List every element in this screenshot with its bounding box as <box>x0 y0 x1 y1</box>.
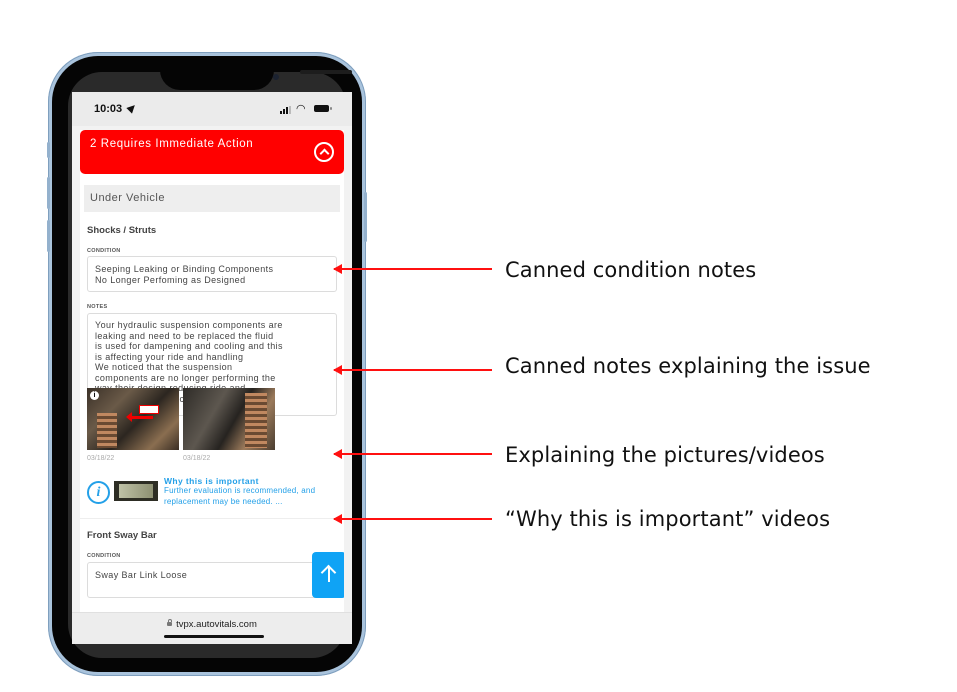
annotation-arrow <box>333 365 492 375</box>
inspection-photo[interactable]: i <box>87 388 179 450</box>
annotation-label: Canned notes explaining the issue <box>505 354 871 378</box>
status-bar: 10:03 ◠ <box>72 92 352 126</box>
photo-markup-arrow <box>126 412 153 422</box>
power-button <box>364 192 367 242</box>
inspection-content[interactable]: 2 Requires Immediate Action Under Vehicl… <box>80 130 344 614</box>
why-important-row[interactable]: i Why this is important Further evaluati… <box>80 475 344 511</box>
condition-label: CONDITION <box>87 553 121 559</box>
annotation-label: “Why this is important” videos <box>505 507 831 531</box>
volume-up-button <box>47 177 50 209</box>
annotation-label: Explaining the pictures/videos <box>505 443 825 467</box>
condition-field: Seeping Leaking or Binding Components No… <box>87 256 337 292</box>
annotation-arrow <box>333 449 492 459</box>
front-camera <box>273 74 279 80</box>
notch <box>160 56 352 90</box>
annotation-arrow <box>333 264 492 274</box>
info-circle-icon[interactable]: i <box>87 481 110 504</box>
scroll-to-top-button[interactable] <box>312 552 344 598</box>
lock-icon <box>167 619 173 626</box>
condition-label: CONDITION <box>87 248 121 254</box>
annotation-arrow <box>333 514 492 524</box>
divider <box>80 518 344 519</box>
immediate-action-header[interactable]: 2 Requires Immediate Action <box>80 130 344 174</box>
volume-down-button <box>47 220 50 252</box>
wifi-icon: ◠ <box>296 103 306 115</box>
screen: 10:03 ◠ 2 Requires Immediate Action Unde… <box>72 92 352 644</box>
photo-markup-tag <box>139 405 159 414</box>
inspection-photo[interactable] <box>183 388 275 450</box>
condition-field: Sway Bar Link Loose <box>87 562 337 598</box>
photo-date: 03/18/22 <box>87 455 115 462</box>
notes-label: NOTES <box>87 304 108 310</box>
cellular-signal-icon <box>280 106 294 114</box>
section-title: Under Vehicle <box>90 192 165 204</box>
photo-date: 03/18/22 <box>183 455 211 462</box>
browser-address-bar[interactable]: tvpx.autovitals.com <box>72 612 352 644</box>
immediate-action-title: 2 Requires Immediate Action <box>90 138 254 150</box>
battery-icon <box>314 105 332 112</box>
condition-text: Seeping Leaking or Binding Components No… <box>95 264 274 285</box>
speaker <box>300 70 352 74</box>
item-title: Shocks / Struts <box>87 225 157 236</box>
side-button <box>47 142 50 158</box>
annotation-label: Canned condition notes <box>505 258 757 282</box>
phone-frame: 10:03 ◠ 2 Requires Immediate Action Unde… <box>47 52 367 676</box>
info-icon[interactable]: i <box>90 391 99 400</box>
location-arrow-icon <box>126 102 138 114</box>
url-text[interactable]: tvpx.autovitals.com <box>176 619 257 630</box>
why-important-description: Further evaluation is recommended, and r… <box>164 486 316 506</box>
why-important-title[interactable]: Why this is important <box>164 476 259 486</box>
video-thumbnail[interactable] <box>114 481 158 501</box>
section-header: Under Vehicle <box>84 185 340 212</box>
home-indicator[interactable] <box>164 635 264 638</box>
item-title: Front Sway Bar <box>87 530 157 541</box>
condition-text: Sway Bar Link Loose <box>95 570 188 580</box>
status-time: 10:03 <box>94 103 123 115</box>
chevron-up-circle-icon[interactable] <box>314 142 334 162</box>
phone-bezel: 10:03 ◠ 2 Requires Immediate Action Unde… <box>52 56 362 672</box>
